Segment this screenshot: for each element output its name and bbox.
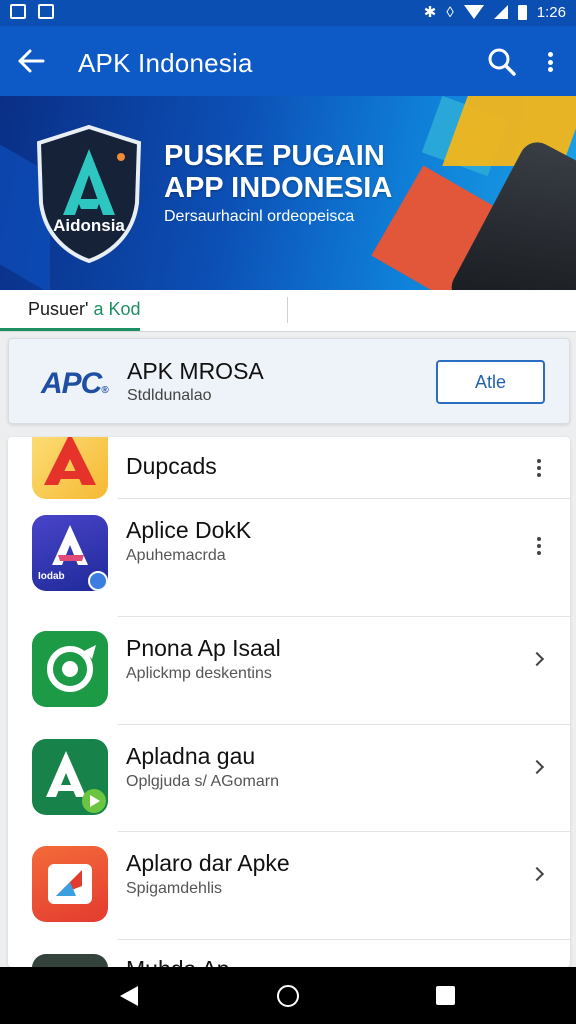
app-icon [32, 739, 108, 815]
list-item[interactable]: Apladna gau Oplgjuda s/ AGomarn [8, 725, 570, 832]
app-icon: Iodab [32, 515, 108, 591]
battery-icon [517, 4, 527, 20]
search-icon[interactable] [486, 46, 518, 78]
notification-icon [10, 4, 26, 19]
featured-app-card[interactable]: APC® APK MROSA Stdldunalao Atle [8, 338, 570, 424]
app-name: Aplice DokK [126, 517, 252, 543]
tab-active[interactable]: Pusuer' a Kod [28, 299, 141, 320]
chevron-right-icon[interactable] [529, 759, 545, 775]
app-subtitle: Apuhemacrda [126, 547, 226, 564]
app-list: Dupcads Iodab Aplice DokK Apuhemacrda Pn… [8, 437, 570, 967]
list-item[interactable]: Dupcads [8, 437, 570, 499]
tab-strip: Pusuer' a Kod [0, 290, 576, 332]
vibrate-icon: ◊ [446, 3, 454, 21]
chevron-right-icon[interactable] [529, 866, 545, 882]
nav-recents-icon[interactable] [436, 986, 455, 1005]
shield-logo-text: Aidonsia [53, 216, 125, 235]
app-bar: APK Indonesia [0, 26, 576, 96]
nav-back-icon[interactable] [120, 986, 138, 1006]
featured-app-name: APK MROSA [127, 358, 264, 384]
more-options-icon[interactable] [534, 537, 544, 555]
app-name: Muhda Ap [126, 956, 230, 967]
badge-icon [88, 571, 108, 591]
list-item[interactable]: Muhda Ap [8, 940, 570, 967]
list-item[interactable]: Iodab Aplice DokK Apuhemacrda [8, 499, 570, 617]
tab-indicator [0, 328, 140, 331]
featured-action-button[interactable]: Atle [436, 360, 545, 404]
app-icon [32, 846, 108, 922]
app-name: Pnona Ap Isaal [126, 635, 281, 661]
app-icon [32, 437, 108, 499]
back-arrow-icon[interactable] [16, 47, 46, 75]
list-item[interactable]: Aplaro dar Apke Spigamdehlis [8, 832, 570, 940]
app-subtitle: Spigamdehlis [126, 880, 223, 897]
app-subtitle: Aplickmp deskentins [126, 665, 272, 682]
wifi-icon [463, 5, 484, 19]
featured-app-logo: APC® [41, 367, 109, 400]
app-name: Apladna gau [126, 743, 256, 769]
bluetooth-icon: ✱ [423, 4, 437, 21]
cellular-signal-icon [493, 5, 508, 19]
banner-title: PUSKE PUGAIN APP INDONESIA [164, 140, 393, 204]
nav-home-icon[interactable] [277, 985, 299, 1007]
system-nav-bar [0, 967, 576, 1024]
featured-app-subtitle: Stdldunalao [127, 387, 212, 404]
app-subtitle: Oplgjuda s/ AGomarn [126, 773, 279, 790]
banner-subtitle: Dersaurhacinl ordeopeisca [164, 208, 355, 225]
gallery-notification-icon [38, 4, 54, 19]
chevron-right-icon[interactable] [529, 651, 545, 667]
app-name: Dupcads [126, 453, 217, 479]
status-time: 1:26 [536, 3, 566, 21]
shield-logo-icon [36, 124, 142, 264]
app-name: Aplaro dar Apke [126, 850, 290, 876]
tab-divider [287, 297, 288, 323]
list-item[interactable]: Pnona Ap Isaal Aplickmp deskentins [8, 617, 570, 725]
app-bar-title: APK Indonesia [78, 48, 253, 78]
more-options-icon[interactable] [534, 459, 544, 477]
overflow-menu-icon[interactable] [538, 48, 562, 76]
app-icon [32, 631, 108, 707]
status-bar: ✱ ◊ 1:26 [0, 0, 576, 26]
app-icon [32, 954, 108, 967]
